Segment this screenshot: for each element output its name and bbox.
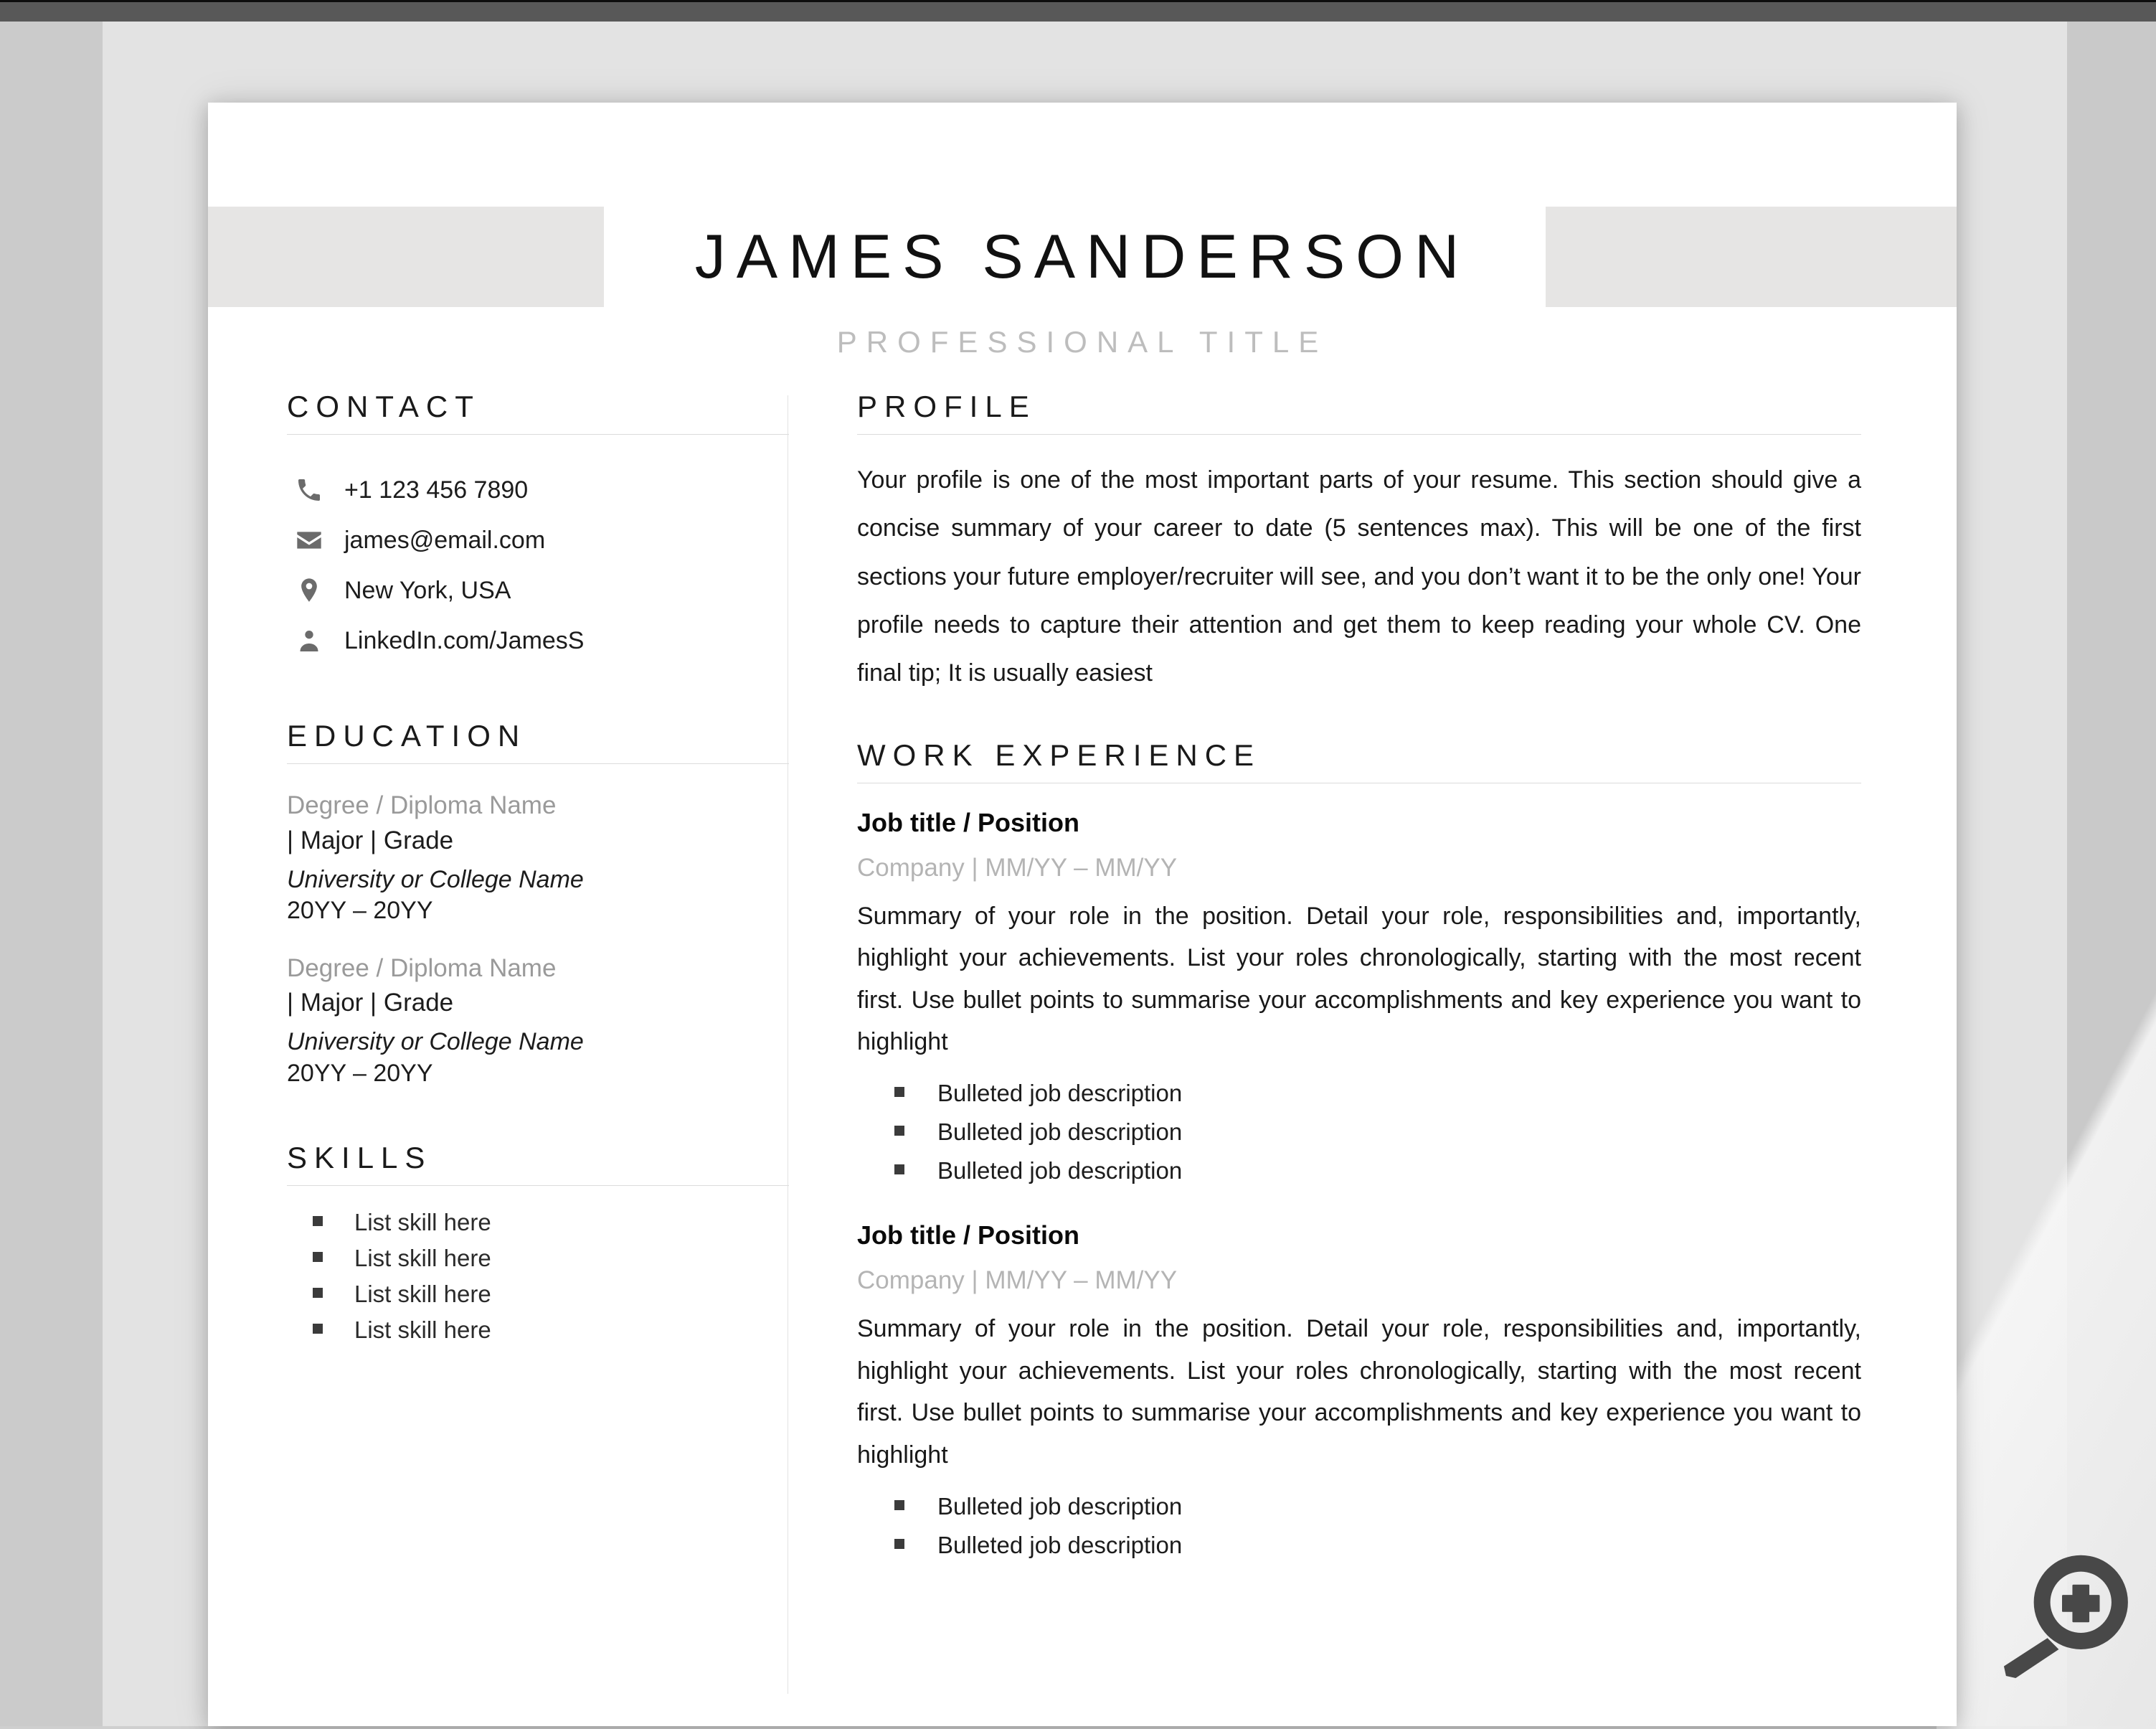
list-item: Bulleted job description [857,1493,1861,1532]
education-heading: EDUCATION [287,719,527,753]
education-major: | Major | Grade [287,989,454,1017]
list-item: List skill here [287,1282,789,1318]
profile-heading-rule [857,434,1861,435]
square-bullet-icon [894,1126,904,1136]
list-item: List skill here [287,1318,789,1354]
education-degree: Degree / Diploma Name [287,953,557,982]
skill-label: List skill here [354,1281,491,1308]
contact-row-phone[interactable]: +1 123 456 7890 [287,465,789,515]
contact-value-email: james@email.com [344,526,546,554]
contact-section: CONTACT +1 123 456 7890 james@email.com … [287,390,789,666]
skill-label: List skill here [354,1245,491,1272]
job-company-dates: Company | MM/YY – MM/YY [857,1266,1178,1295]
list-item: Bulleted job description [857,1157,1861,1196]
viewer-left-strip [0,22,103,1726]
contact-row-linkedin[interactable]: LinkedIn.com/JamesS [287,616,789,666]
viewer-top-bar [0,0,2156,22]
job-bullet-label: Bulleted job description [937,1157,1183,1184]
education-school: University or College Name [287,865,584,893]
education-entry: Degree / Diploma Name | Major | Grade Un… [287,953,789,1090]
education-years: 20YY – 20YY [287,897,433,925]
job-bullet-list: Bulleted job description Bulleted job de… [857,1080,1861,1196]
person-icon [287,626,331,655]
square-bullet-icon [894,1539,904,1550]
job-bullet-label: Bulleted job description [937,1532,1183,1559]
contact-value-phone: +1 123 456 7890 [344,476,529,504]
contact-heading-rule [287,434,789,435]
profile-text: Your profile is one of the most importan… [857,466,1861,687]
viewer-right-strip [2067,22,2156,1726]
skills-heading: SKILLS [287,1141,432,1175]
education-section: EDUCATION Degree / Diploma Name | Major … [287,719,789,1089]
job-entry: Job title / Position Company | MM/YY – M… [857,1220,1861,1570]
skill-label: List skill here [354,1209,491,1236]
square-bullet-icon [313,1216,323,1227]
right-column: PROFILE Your profile is one of the most … [857,390,1861,1570]
square-bullet-icon [313,1288,323,1299]
education-degree: Degree / Diploma Name [287,791,557,819]
contact-row-email[interactable]: james@email.com [287,515,789,565]
professional-title: PROFESSIONAL TITLE [836,325,1328,359]
location-pin-icon [287,576,331,605]
resume-body: CONTACT +1 123 456 7890 james@email.com … [208,390,1957,1726]
list-item: Bulleted job description [857,1080,1861,1118]
contact-row-location[interactable]: New York, USA [287,565,789,616]
work-experience-section: WORK EXPERIENCE Job title / Position Com… [857,738,1861,1571]
job-title: Job title / Position [857,807,1080,837]
square-bullet-icon [894,1164,904,1175]
job-title: Job title / Position [857,1220,1080,1250]
envelope-icon [287,526,331,555]
skill-label: List skill here [354,1316,491,1344]
left-column: CONTACT +1 123 456 7890 james@email.com … [287,390,789,1354]
profile-section: PROFILE Your profile is one of the most … [857,390,1861,698]
phone-icon [287,476,331,504]
list-item: Bulleted job description [857,1118,1861,1157]
job-entry: Job title / Position Company | MM/YY – M… [857,808,1861,1197]
contact-value-location: New York, USA [344,576,511,604]
work-experience-heading: WORK EXPERIENCE [857,738,1262,772]
list-item: List skill here [287,1246,789,1282]
magnifier-plus-icon [2003,1555,2128,1678]
education-school: University or College Name [287,1028,584,1056]
education-years: 20YY – 20YY [287,1059,433,1087]
skills-heading-rule [287,1185,789,1187]
job-company-dates: Company | MM/YY – MM/YY [857,853,1178,882]
job-summary: Summary of your role in the position. De… [857,902,1861,1055]
education-entry: Degree / Diploma Name | Major | Grade Un… [287,790,789,927]
contact-value-linkedin: LinkedIn.com/JamesS [344,626,585,654]
list-item: List skill here [287,1210,789,1246]
skills-list: List skill here List skill here List ski… [287,1210,789,1354]
job-bullet-label: Bulleted job description [937,1493,1183,1520]
square-bullet-icon [313,1324,323,1334]
contact-list: +1 123 456 7890 james@email.com New York… [287,465,789,666]
job-summary: Summary of your role in the position. De… [857,1315,1861,1469]
zoom-in-button[interactable] [1987,1541,2137,1692]
education-major: | Major | Grade [287,826,454,854]
education-heading-rule [287,763,789,764]
square-bullet-icon [894,1087,904,1098]
profile-heading: PROFILE [857,390,1036,423]
square-bullet-icon [313,1252,323,1263]
job-bullet-label: Bulleted job description [937,1118,1183,1146]
candidate-name: JAMES SANDERSON [694,222,1470,291]
skills-section: SKILLS List skill here List skill here L… [287,1141,789,1354]
list-item: Bulleted job description [857,1532,1861,1570]
contact-heading: CONTACT [287,390,481,423]
resume-document-page: JAMES SANDERSON PROFESSIONAL TITLE CONTA… [208,103,1957,1726]
job-bullet-label: Bulleted job description [937,1080,1183,1107]
square-bullet-icon [894,1500,904,1511]
job-bullet-list: Bulleted job description Bulleted job de… [857,1493,1861,1570]
